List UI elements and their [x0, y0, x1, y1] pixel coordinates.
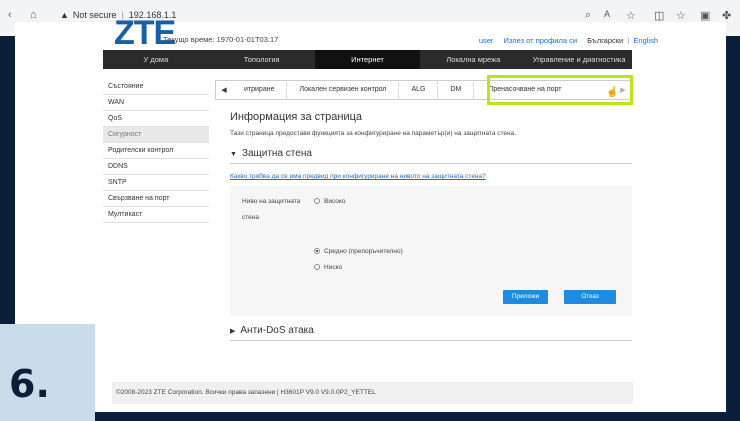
- nav-internet[interactable]: Интернет: [314, 50, 421, 69]
- hand-cursor-icon: ☝: [606, 87, 619, 98]
- sidebar-item-status[interactable]: Състояние: [103, 79, 209, 95]
- step-badge: 6.: [0, 324, 95, 421]
- main-nav: У дома Топология Интернет Локална мрежа …: [103, 50, 632, 69]
- tab-alg[interactable]: ALG: [398, 80, 437, 100]
- tab-local-service[interactable]: Локален сервизен контрол: [286, 80, 398, 100]
- page-title: Информация за страница: [230, 111, 363, 123]
- footer: ©2008-2023 ZTE Corporation. Всички права…: [112, 382, 633, 404]
- lang-bg-link[interactable]: Български: [587, 36, 623, 45]
- top-links: user Излез от профила си Български | Eng…: [478, 36, 658, 45]
- tab-scroll-left-icon[interactable]: ◀: [216, 86, 232, 94]
- radio-low[interactable]: Ниско: [314, 264, 342, 271]
- sidebar-item-multicast[interactable]: Мултикаст: [103, 207, 209, 223]
- firewall-section-title: Защитна стена: [241, 148, 312, 159]
- radio-low-label: Ниско: [324, 264, 343, 271]
- sidebar-item-security[interactable]: Сигурност: [103, 127, 209, 143]
- nav-management[interactable]: Управление и диагностика: [526, 50, 632, 69]
- sidebar-item-port-binding[interactable]: Свързване на порт: [103, 191, 209, 207]
- sidebar-item-wan[interactable]: WAN: [103, 95, 209, 111]
- logout-link[interactable]: Излез от профила си: [504, 36, 578, 45]
- radio-icon: [314, 198, 320, 204]
- radio-high[interactable]: Високо: [314, 198, 345, 205]
- page-description: Тази страница предоставя функцията за ко…: [230, 130, 517, 137]
- level-label: Ниво на защитната: [242, 198, 301, 205]
- radio-medium[interactable]: Средно (препоръчително): [314, 248, 403, 255]
- cancel-button[interactable]: Отказ: [564, 290, 616, 304]
- step-number: 6.: [9, 362, 50, 406]
- firewall-section-header[interactable]: ▼ Защитна стена: [230, 148, 632, 164]
- apply-button[interactable]: Приложи: [503, 290, 548, 304]
- sidebar-item-ddns[interactable]: DDNS: [103, 159, 209, 175]
- sidebar: Състояние WAN QoS Сигурност Родителски к…: [103, 79, 209, 223]
- firewall-panel: Ниво на защитната стена Високо Средно (п…: [230, 186, 632, 316]
- level-label-2: стена: [242, 214, 259, 221]
- nav-lan[interactable]: Локална мрежа: [420, 50, 526, 69]
- nav-topology[interactable]: Топология: [209, 50, 315, 69]
- radio-selected-icon: [314, 248, 320, 254]
- expand-icon: ▶: [230, 328, 236, 335]
- zte-logo: ZTE: [114, 14, 176, 52]
- user-link[interactable]: user: [479, 36, 494, 45]
- current-time: Текущо време: 1970-01-01T03:17: [163, 35, 279, 44]
- router-page: ZTE Текущо време: 1970-01-01T03:17 user …: [0, 0, 740, 421]
- collapse-icon: ▼: [230, 151, 237, 158]
- sidebar-item-qos[interactable]: QoS: [103, 111, 209, 127]
- dos-section-title: Анти-DoS атака: [240, 325, 314, 336]
- tab-dmz[interactable]: DM: [437, 80, 473, 100]
- help-link[interactable]: Какво трябва да се има предвид при конфи…: [230, 173, 486, 180]
- radio-high-label: Високо: [324, 198, 346, 205]
- radio-medium-label: Средно (препоръчително): [324, 248, 403, 255]
- dos-section-header[interactable]: ▶ Анти-DoS атака: [230, 325, 632, 341]
- tab-filtering[interactable]: итриране: [232, 80, 286, 100]
- nav-home[interactable]: У дома: [103, 50, 209, 69]
- sidebar-item-sntp[interactable]: SNTP: [103, 175, 209, 191]
- lang-en-link[interactable]: English: [633, 36, 658, 45]
- sidebar-item-parental[interactable]: Родителски контрол: [103, 143, 209, 159]
- radio-icon: [314, 264, 320, 270]
